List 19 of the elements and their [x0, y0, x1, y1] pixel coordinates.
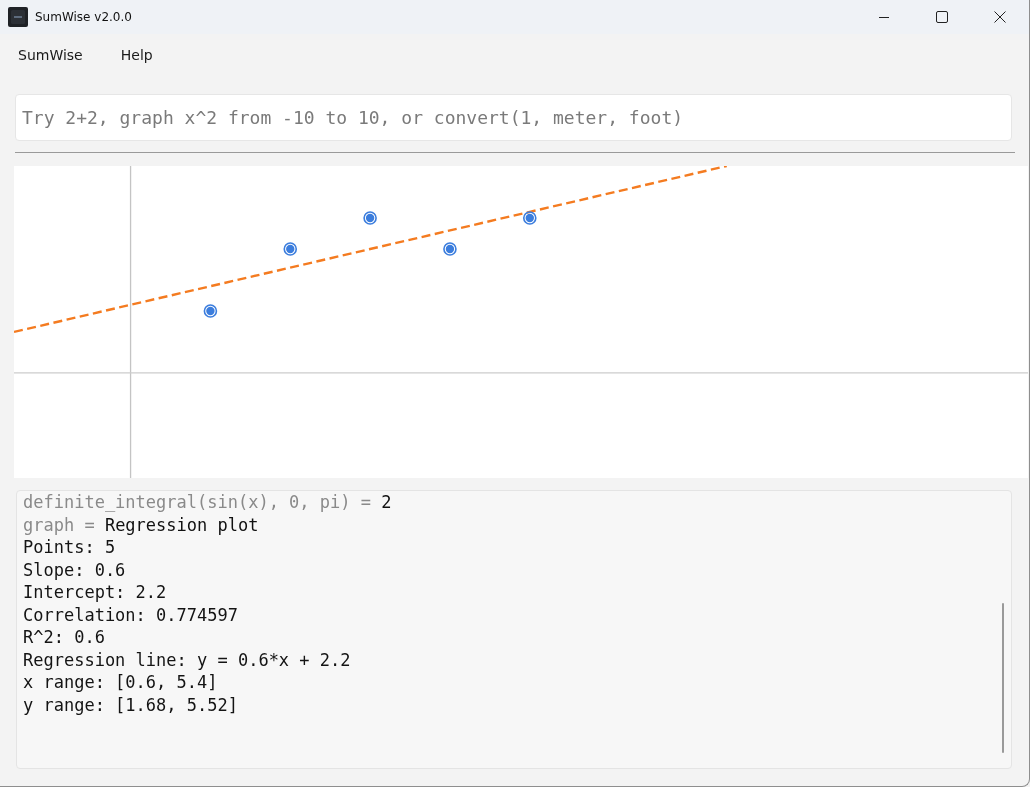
output-line: Slope: 0.6	[23, 558, 127, 581]
output-line: R^2: 0.6	[23, 626, 106, 649]
menu-item[interactable]: Help	[112, 43, 161, 67]
menu-item[interactable]: SumWise	[10, 43, 91, 67]
output-line: Regression line: y = 0.6*x + 2.2	[23, 648, 352, 671]
input-field[interactable]: Try 2+2, graph x^2 from -10 to 10, or convert(1, meter, foot)	[15, 94, 1012, 141]
output-line: y range: [1.68, 5.52]	[23, 693, 239, 716]
output-line: definite_integral(sin(x), 0, pi) = 2	[23, 491, 393, 514]
close-icon	[994, 11, 1006, 23]
window-title: SumWise v2.0.0	[35, 10, 132, 24]
app-icon	[8, 7, 28, 27]
output-line: Points: 5	[23, 536, 117, 559]
minimize-icon	[879, 16, 889, 18]
scrollbar-thumb[interactable]	[1002, 603, 1004, 753]
maximize-icon	[936, 11, 948, 23]
output-line: graph = Regression plot	[23, 513, 260, 536]
output-line: Intercept: 2.2	[23, 581, 168, 604]
output-line: x range: [0.6, 5.4]	[23, 671, 219, 694]
output-line: Correlation: 0.774597	[23, 603, 239, 626]
